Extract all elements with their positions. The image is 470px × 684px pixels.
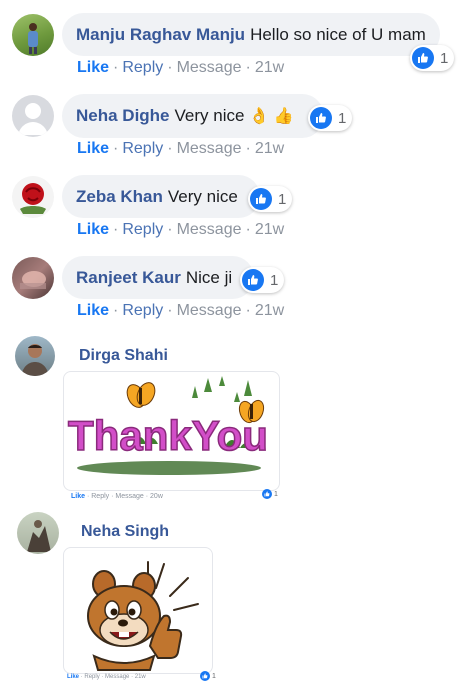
reply-link[interactable]: Reply [122, 302, 163, 319]
sticker-card: ThankYou [63, 371, 280, 491]
like-link[interactable]: Like [67, 674, 79, 680]
comment-time[interactable]: 20w [150, 493, 163, 500]
reply-link[interactable]: Reply [122, 221, 163, 238]
comment-time[interactable]: 21w [255, 140, 284, 157]
reaction-number: 1 [440, 49, 449, 67]
reply-link[interactable]: Reply [84, 674, 99, 680]
avatar[interactable] [12, 257, 54, 299]
message-link[interactable]: Message [177, 140, 242, 157]
thank-you-sticker: ThankYou [67, 376, 269, 475]
comment-actions: Like · Reply · Message · 21w [77, 302, 285, 319]
comment-time[interactable]: 21w [255, 59, 284, 76]
reply-link[interactable]: Reply [122, 140, 163, 157]
comment-bubble: Zeba Khan Very nice [62, 175, 260, 218]
reaction-number: 1 [278, 190, 287, 208]
avatar[interactable] [12, 176, 54, 218]
comment-actions: Like · Reply · Message · 21w [77, 140, 285, 157]
reaction-number: 1 [212, 672, 216, 680]
like-link[interactable]: Like [77, 59, 109, 76]
thumbs-up-icon [310, 107, 332, 129]
reaction-count[interactable]: 1 [200, 671, 216, 681]
comment-text: Hello so nice of U mam [250, 25, 426, 44]
reaction-count[interactable]: 1 [248, 186, 293, 212]
comment-author[interactable]: Manju Raghav Manju [76, 25, 245, 44]
comment-bubble: Manju Raghav Manju Hello so nice of U mam [62, 13, 440, 56]
comment-text: Very nice [167, 187, 238, 206]
reply-link[interactable]: Reply [122, 59, 163, 76]
like-link[interactable]: Like [77, 221, 109, 238]
avatar[interactable] [15, 336, 55, 376]
comment-author[interactable]: Dirga Shahi [79, 347, 168, 365]
comment-author[interactable]: Neha Singh [81, 523, 169, 541]
comment-author[interactable]: Ranjeet Kaur [76, 268, 181, 287]
comment-bubble: Ranjeet Kaur Nice ji [62, 256, 255, 299]
chipmunk-thumbs-up-sticker [87, 561, 199, 671]
message-link[interactable]: Message [105, 674, 129, 680]
thumbs-up-icon [412, 47, 434, 69]
comment-actions: Like · Reply · Message · 21w [77, 59, 285, 76]
comment-actions: Like · Reply · Message · 21w [77, 221, 285, 238]
reaction-number: 1 [274, 490, 278, 498]
reaction-count[interactable]: 1 [410, 45, 455, 71]
thumbs-up-icon [262, 489, 272, 499]
like-link[interactable]: Like [71, 493, 85, 500]
like-link[interactable]: Like [77, 302, 109, 319]
comment-text: Very nice [174, 106, 245, 125]
emoji: 👌 👍 [249, 108, 294, 125]
message-link[interactable]: Message [177, 302, 242, 319]
avatar[interactable] [17, 512, 59, 554]
message-link[interactable]: Message [177, 221, 242, 238]
thumbs-up-icon [242, 269, 264, 291]
reaction-number: 1 [338, 109, 347, 127]
comment-bubble: Neha Dighe Very nice 👌 👍 [62, 94, 324, 138]
reaction-count[interactable]: 1 [262, 489, 278, 499]
comment-time[interactable]: 21w [135, 674, 146, 680]
avatar[interactable] [12, 95, 54, 137]
reaction-number: 1 [270, 271, 279, 289]
message-link[interactable]: Message [115, 493, 143, 500]
comment-time[interactable]: 21w [255, 302, 284, 319]
thumbs-up-icon [250, 188, 272, 210]
comment-time[interactable]: 21w [255, 221, 284, 238]
comment-author[interactable]: Neha Dighe [76, 106, 170, 125]
avatar[interactable] [12, 14, 54, 56]
message-link[interactable]: Message [177, 59, 242, 76]
reaction-count[interactable]: 1 [240, 267, 285, 293]
comment-actions: Like · Reply · Message · 21w [67, 674, 146, 680]
thumbs-up-icon [200, 671, 210, 681]
reaction-count[interactable]: 1 [308, 105, 353, 131]
comment-text: Nice ji [185, 268, 233, 287]
comment-actions: Like · Reply · Message · 20w [71, 493, 163, 500]
comment-author[interactable]: Zeba Khan [76, 187, 163, 206]
like-link[interactable]: Like [77, 140, 109, 157]
sticker-text: ThankYou [68, 412, 268, 459]
reply-link[interactable]: Reply [91, 493, 109, 500]
sticker-card [63, 547, 213, 674]
